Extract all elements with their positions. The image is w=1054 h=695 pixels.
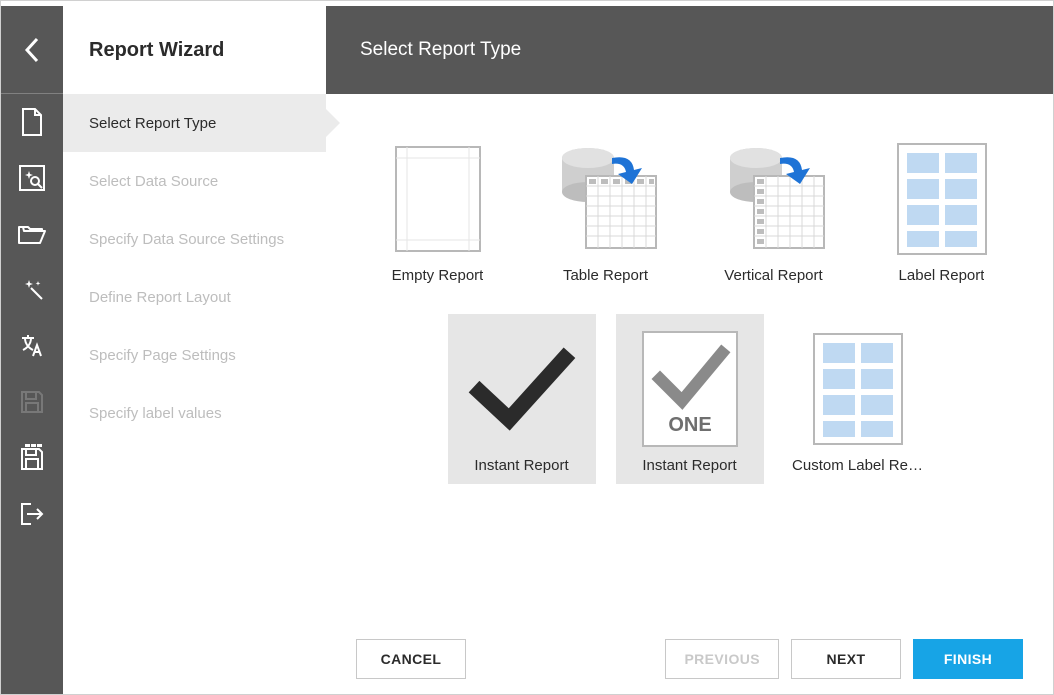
card-label: Custom Label Re…	[792, 457, 923, 474]
wand-icon	[19, 277, 45, 303]
check-icon	[468, 331, 576, 447]
cancel-button[interactable]: CANCEL	[356, 639, 466, 679]
folder-open-icon	[18, 223, 46, 245]
step-select-data-source: Select Data Source	[63, 152, 326, 210]
exit-button[interactable]	[1, 486, 63, 542]
page-icon	[20, 108, 44, 136]
step-define-report-layout: Define Report Layout	[63, 268, 326, 326]
save-icon	[19, 389, 45, 415]
wizard-footer: CANCEL PREVIOUS NEXT FINISH	[326, 624, 1053, 694]
previous-button: PREVIOUS	[665, 639, 779, 679]
back-button[interactable]	[1, 6, 63, 94]
next-button[interactable]: NEXT	[791, 639, 901, 679]
report-type-empty[interactable]: Empty Report	[364, 124, 512, 294]
report-type-label[interactable]: Label Report	[868, 124, 1016, 294]
svg-text:ONE: ONE	[668, 414, 711, 436]
wizard-sidebar: Report Wizard Select Report Type Select …	[63, 6, 326, 694]
open-report-button[interactable]	[1, 206, 63, 262]
card-label: Vertical Report	[724, 267, 822, 284]
card-label: Label Report	[899, 267, 985, 284]
check-one-icon: ONE	[636, 331, 744, 447]
table-report-icon	[552, 141, 660, 257]
content-area: Select Report Type	[326, 6, 1053, 694]
save-as-button[interactable]	[1, 430, 63, 486]
wizard-title: Report Wizard	[89, 39, 224, 62]
new-report-button[interactable]	[1, 94, 63, 150]
report-type-instant[interactable]: Instant Report	[448, 314, 596, 484]
empty-report-icon	[384, 141, 492, 257]
step-label: Select Data Source	[89, 173, 218, 190]
card-label: Empty Report	[392, 267, 484, 284]
step-select-report-type[interactable]: Select Report Type	[63, 94, 326, 152]
report-type-vertical[interactable]: Vertical Report	[700, 124, 848, 294]
report-type-table[interactable]: Table Report	[532, 124, 680, 294]
step-label: Select Report Type	[89, 115, 216, 132]
exit-icon	[19, 501, 45, 527]
left-rail	[1, 6, 63, 694]
translate-icon	[19, 333, 45, 359]
content-header-title: Select Report Type	[360, 39, 521, 61]
step-label: Specify Page Settings	[89, 347, 236, 364]
report-type-custom-label[interactable]: Custom Label Re…	[784, 314, 932, 484]
localization-button[interactable]	[1, 318, 63, 374]
save-as-icon	[19, 444, 45, 472]
report-type-instant-one[interactable]: ONE Instant Report	[616, 314, 764, 484]
step-label: Specify label values	[89, 405, 222, 422]
finish-button[interactable]: FINISH	[913, 639, 1023, 679]
chevron-left-icon	[24, 37, 40, 63]
card-label: Instant Report	[642, 457, 736, 474]
step-label: Define Report Layout	[89, 289, 231, 306]
vertical-report-icon	[720, 141, 828, 257]
save-button-disabled	[1, 374, 63, 430]
step-specify-data-source-settings: Specify Data Source Settings	[63, 210, 326, 268]
custom-label-icon	[804, 331, 912, 447]
step-specify-label-values: Specify label values	[63, 384, 326, 442]
card-label: Instant Report	[474, 457, 568, 474]
step-specify-page-settings: Specify Page Settings	[63, 326, 326, 384]
label-report-icon	[888, 141, 996, 257]
data-source-wizard-button[interactable]	[1, 150, 63, 206]
card-label: Table Report	[563, 267, 648, 284]
design-wizard-button[interactable]	[1, 262, 63, 318]
step-label: Specify Data Source Settings	[89, 231, 284, 248]
content-header: Select Report Type	[326, 6, 1053, 94]
sparkle-search-icon	[19, 165, 45, 191]
